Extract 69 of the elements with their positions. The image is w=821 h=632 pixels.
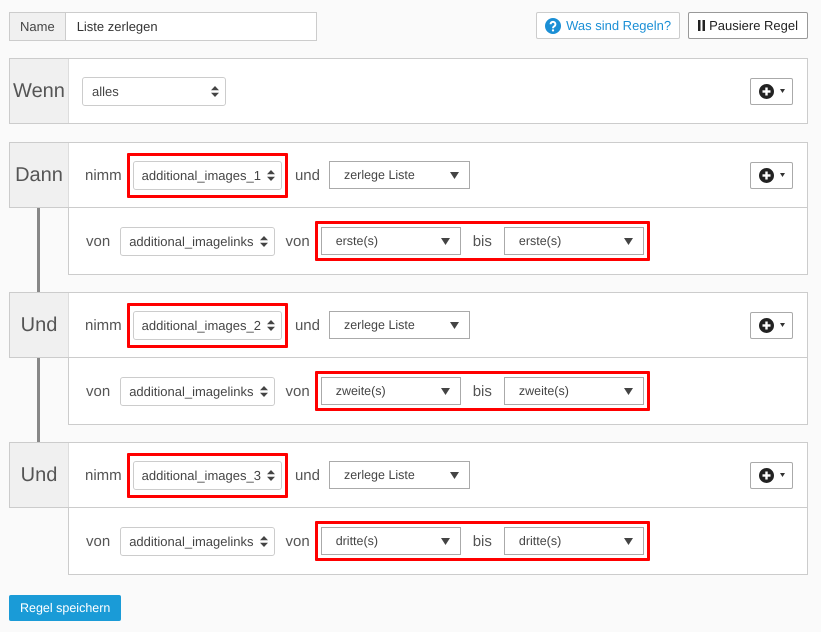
and-label: und xyxy=(294,316,320,334)
step-label: Dann xyxy=(10,143,69,207)
pause-button[interactable]: Pausiere Regel xyxy=(688,12,808,39)
and-label: und xyxy=(294,466,320,484)
plus-circle-icon xyxy=(758,318,774,332)
field-select[interactable]: additional_images_2 xyxy=(132,310,282,340)
start-select[interactable]: zweite(s) xyxy=(320,377,461,405)
updown-arrows-icon xyxy=(211,86,219,96)
caret-down-icon xyxy=(780,173,784,177)
updown-arrows-icon xyxy=(266,470,275,480)
plus-circle-icon xyxy=(758,468,774,482)
range-to-label: bis xyxy=(472,232,492,250)
start-select[interactable]: erste(s) xyxy=(320,227,461,255)
caret-down-icon xyxy=(450,472,459,478)
caret-down-icon xyxy=(440,388,450,394)
name-label: Name xyxy=(9,12,66,41)
take-label: nimm xyxy=(85,166,122,184)
take-label: nimm xyxy=(85,316,122,334)
plus-circle-icon xyxy=(758,84,774,98)
caret-down-icon xyxy=(440,238,450,244)
caret-down-icon xyxy=(780,323,784,327)
add-button[interactable] xyxy=(750,162,793,188)
operation-select[interactable]: zerlege Liste xyxy=(328,311,470,339)
range-to-label: bis xyxy=(472,532,492,550)
from-label: von xyxy=(86,532,110,550)
condition-label: Wenn xyxy=(10,59,69,123)
operation-select[interactable]: zerlege Liste xyxy=(328,161,470,189)
from-label: von xyxy=(86,382,110,400)
list-select[interactable]: additional_imagelinks xyxy=(120,376,274,406)
step-label: Und xyxy=(10,443,69,507)
range-from-label: von xyxy=(286,382,310,400)
list-select[interactable]: additional_imagelinks xyxy=(120,526,274,556)
help-icon xyxy=(545,18,562,34)
end-select[interactable]: zweite(s) xyxy=(504,377,644,405)
updown-arrows-icon xyxy=(260,536,268,546)
and-label: und xyxy=(294,166,320,184)
list-select[interactable]: additional_imagelinks xyxy=(120,226,274,256)
add-button[interactable] xyxy=(750,462,793,488)
updown-arrows-icon xyxy=(266,320,275,330)
operation-select[interactable]: zerlege Liste xyxy=(328,461,470,489)
field-select[interactable]: additional_images_1 xyxy=(132,160,282,190)
caret-down-icon xyxy=(624,538,633,544)
caret-down-icon xyxy=(780,89,784,93)
range-from-label: von xyxy=(286,232,310,250)
caret-down-icon xyxy=(780,473,784,477)
caret-down-icon xyxy=(450,322,459,328)
end-select[interactable]: erste(s) xyxy=(504,227,644,255)
range-to-label: bis xyxy=(472,382,492,400)
scope-select[interactable]: alles xyxy=(82,76,226,106)
caret-down-icon xyxy=(450,172,459,178)
start-select[interactable]: dritte(s) xyxy=(320,527,461,555)
caret-down-icon xyxy=(440,538,450,544)
from-label: von xyxy=(86,232,110,250)
updown-arrows-icon xyxy=(260,236,268,246)
caret-down-icon xyxy=(624,388,633,394)
pause-icon xyxy=(698,20,706,31)
take-label: nimm xyxy=(85,466,122,484)
field-select[interactable]: additional_images_3 xyxy=(132,460,282,490)
step-label: Und xyxy=(10,293,69,357)
help-button[interactable]: Was sind Regeln? xyxy=(536,12,680,39)
plus-circle-icon xyxy=(758,168,774,182)
caret-down-icon xyxy=(624,238,633,244)
add-button[interactable] xyxy=(750,312,793,338)
name-input[interactable]: Liste zerlegen xyxy=(66,12,317,41)
range-from-label: von xyxy=(286,532,310,550)
updown-arrows-icon xyxy=(266,170,275,180)
add-button[interactable] xyxy=(750,78,793,104)
updown-arrows-icon xyxy=(260,386,268,396)
end-select[interactable]: dritte(s) xyxy=(504,527,644,555)
